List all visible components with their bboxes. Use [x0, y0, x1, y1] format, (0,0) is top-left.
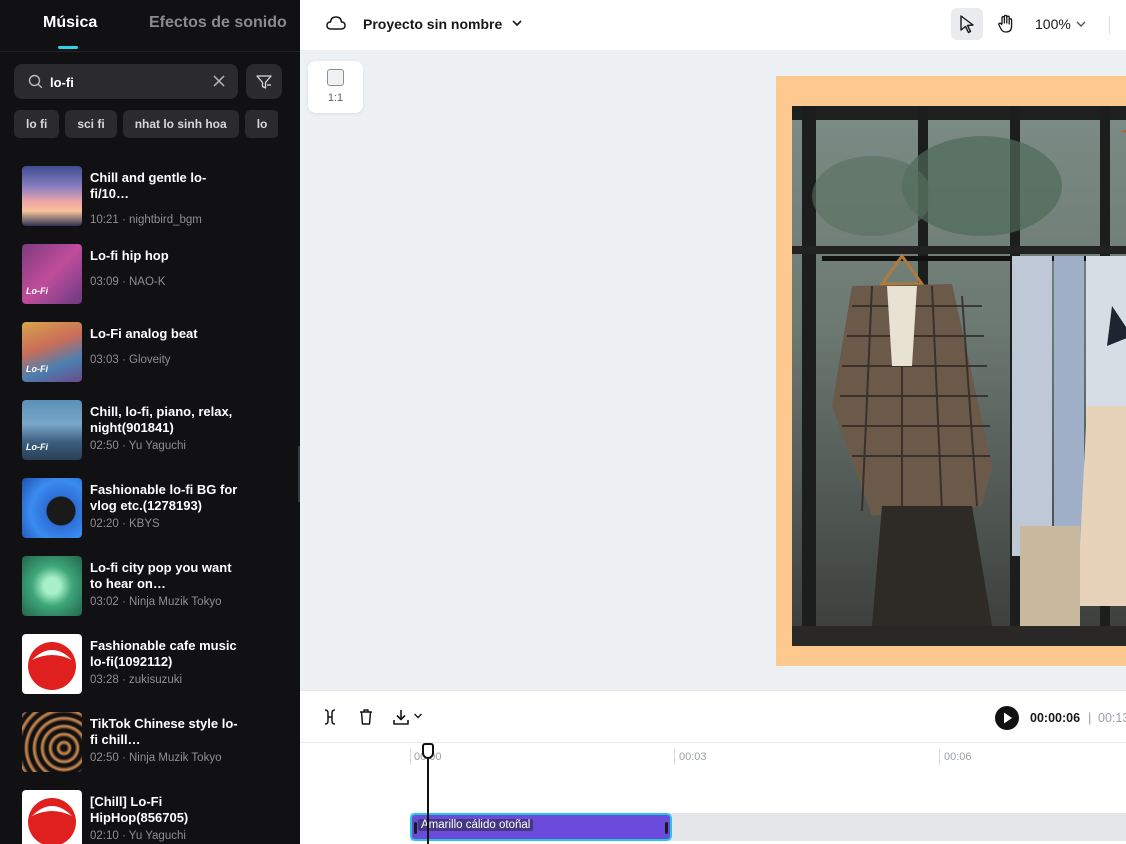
track-thumbnail: Lo-Fi — [22, 400, 82, 460]
play-icon — [1004, 712, 1012, 724]
red-circle-logo — [28, 642, 76, 690]
trash-icon[interactable] — [358, 708, 374, 726]
playhead[interactable] — [427, 751, 429, 844]
chip-lo-fi[interactable]: lo fi — [14, 110, 60, 138]
track-title: [Chill] Lo-Fi HipHop(856705) — [90, 794, 189, 825]
chip-sci-fi[interactable]: sci fi — [65, 110, 117, 138]
playhead-handle[interactable] — [422, 743, 434, 759]
tick-label: 00:06 — [944, 751, 972, 763]
timeline-toolbar: 00:00:06 | 00:13 — [300, 690, 1126, 742]
chevron-down-icon[interactable] — [413, 711, 423, 721]
chip-lo[interactable]: lo — [244, 110, 278, 138]
current-time: 00:00:06 — [1030, 711, 1081, 725]
track-thumbnail — [22, 634, 82, 694]
split-icon[interactable] — [322, 708, 338, 726]
track-meta: 02:10 · Yu Yaguchi — [90, 830, 186, 842]
list-item[interactable]: Lo-Fi Lo-fi hip hop 03:09 · NAO-K — [22, 244, 292, 306]
track-meta: 03:02 · Ninja Muzik Tokyo — [90, 596, 222, 608]
time-separator: | — [1088, 710, 1092, 725]
tick-mark — [939, 749, 940, 765]
track-title: Lo-fi city pop you want to hear on… — [90, 560, 232, 591]
sidebar-tabs: Música Efectos de sonido — [0, 0, 300, 52]
list-item[interactable]: Chill and gentle lo-fi/10… 10:21 · night… — [22, 166, 292, 228]
track-title: Chill and gentle lo-fi/10… — [90, 170, 207, 201]
cloud-icon[interactable] — [326, 14, 346, 32]
divider — [0, 51, 300, 52]
tab-sound-effects[interactable]: Efectos de sonido — [149, 14, 287, 32]
top-bar: Proyecto sin nombre 100% — [300, 0, 1126, 50]
hand-icon — [998, 14, 1013, 33]
track-title: Fashionable cafe music lo-fi(1092112) — [90, 638, 237, 669]
hand-tool-button[interactable] — [990, 8, 1022, 40]
track-meta: 10:21 · nightbird_bgm — [90, 214, 202, 226]
timeline-clip[interactable]: Amarillo cálido otoñal — [410, 813, 672, 841]
photo-image — [792, 106, 1126, 646]
track-title: TikTok Chinese style lo-fi chill… — [90, 716, 238, 747]
track-title: Chill, lo-fi, piano, relax, night(901841… — [90, 404, 233, 435]
track-title: Fashionable lo-fi BG for vlog etc.(12781… — [90, 482, 238, 513]
track-meta: 02:50 · Ninja Muzik Tokyo — [90, 752, 222, 764]
list-item[interactable]: Lo-fi city pop you want to hear on… 03:0… — [22, 556, 292, 618]
aspect-ratio-label: 1:1 — [327, 92, 344, 104]
track-meta: 02:50 · Yu Yaguchi — [90, 440, 186, 452]
cursor-icon — [960, 15, 974, 34]
timeline[interactable]: 00:00 00:03 00:06 Amarillo cálido otoñal — [300, 742, 1126, 844]
search-icon — [28, 74, 43, 89]
list-item[interactable]: [Chill] Lo-Fi HipHop(856705) 02:10 · Yu … — [22, 790, 292, 844]
track-thumbnail — [22, 712, 82, 772]
track-thumbnail — [22, 478, 82, 538]
decorative-shape: ✦ — [1118, 110, 1126, 156]
total-time: 00:13 — [1098, 711, 1126, 725]
track-title: Lo-Fi analog beat — [90, 326, 198, 341]
clip-trim-handle-left[interactable] — [414, 822, 417, 834]
chevron-down-icon[interactable] — [511, 17, 523, 29]
red-circle-logo — [28, 798, 76, 844]
track-meta: 02:20 · KBYS — [90, 518, 160, 530]
tick-label: 00:03 — [679, 751, 707, 763]
play-button[interactable] — [995, 706, 1019, 730]
list-item[interactable]: Lo-Fi Lo-Fi analog beat 03:03 · Gloveity — [22, 322, 292, 384]
project-name[interactable]: Proyecto sin nombre — [363, 16, 502, 32]
track-thumbnail — [22, 166, 82, 226]
track-meta: 03:09 · NAO-K — [90, 276, 166, 288]
track-meta: 03:03 · Gloveity — [90, 354, 171, 366]
clothing-rack-photo[interactable] — [792, 106, 1126, 646]
select-tool-button[interactable] — [951, 8, 983, 40]
track-thumbnail — [22, 556, 82, 616]
list-item[interactable]: TikTok Chinese style lo-fi chill… 02:50 … — [22, 712, 292, 774]
clear-search-icon[interactable] — [212, 74, 226, 88]
list-item[interactable]: Lo-Fi Chill, lo-fi, piano, relax, night(… — [22, 400, 292, 462]
list-item[interactable]: Fashionable lo-fi BG for vlog etc.(12781… — [22, 478, 292, 540]
square-icon — [327, 69, 344, 86]
tab-music[interactable]: Música — [43, 14, 97, 32]
tick-mark — [674, 749, 675, 765]
search-input[interactable] — [50, 71, 200, 93]
list-item[interactable]: Fashionable cafe music lo-fi(1092112) 03… — [22, 634, 292, 696]
track-thumbnail — [22, 790, 82, 844]
active-tab-indicator — [58, 46, 78, 49]
divider — [1109, 16, 1110, 34]
tick-mark — [410, 749, 411, 765]
suggestion-chips: lo fi sci fi nhat lo sinh hoa lo — [14, 110, 278, 138]
clip-label: Amarillo cálido otoñal — [418, 819, 534, 831]
chip-nhat-lo-sinh-hoa[interactable]: nhat lo sinh hoa — [122, 110, 239, 138]
search-box — [14, 64, 238, 99]
track-thumbnail: Lo-Fi — [22, 322, 82, 382]
filter-icon — [256, 75, 272, 89]
zoom-level[interactable]: 100% — [1035, 16, 1071, 32]
download-icon[interactable] — [392, 708, 410, 726]
track-meta: 03:28 · zukisuzuki — [90, 674, 183, 686]
music-sidebar: Música Efectos de sonido lo fisci finhat… — [0, 0, 300, 844]
track-thumbnail: Lo-Fi — [22, 244, 82, 304]
artboard[interactable]: ✦ — [776, 76, 1126, 666]
clip-trim-handle-right[interactable] — [665, 822, 668, 834]
canvas-area: 1:1 — [300, 50, 1126, 690]
track-title: Lo-fi hip hop — [90, 248, 169, 263]
filter-button[interactable] — [246, 64, 282, 99]
aspect-ratio-button[interactable]: 1:1 — [308, 61, 363, 113]
chevron-down-icon[interactable] — [1075, 18, 1087, 30]
